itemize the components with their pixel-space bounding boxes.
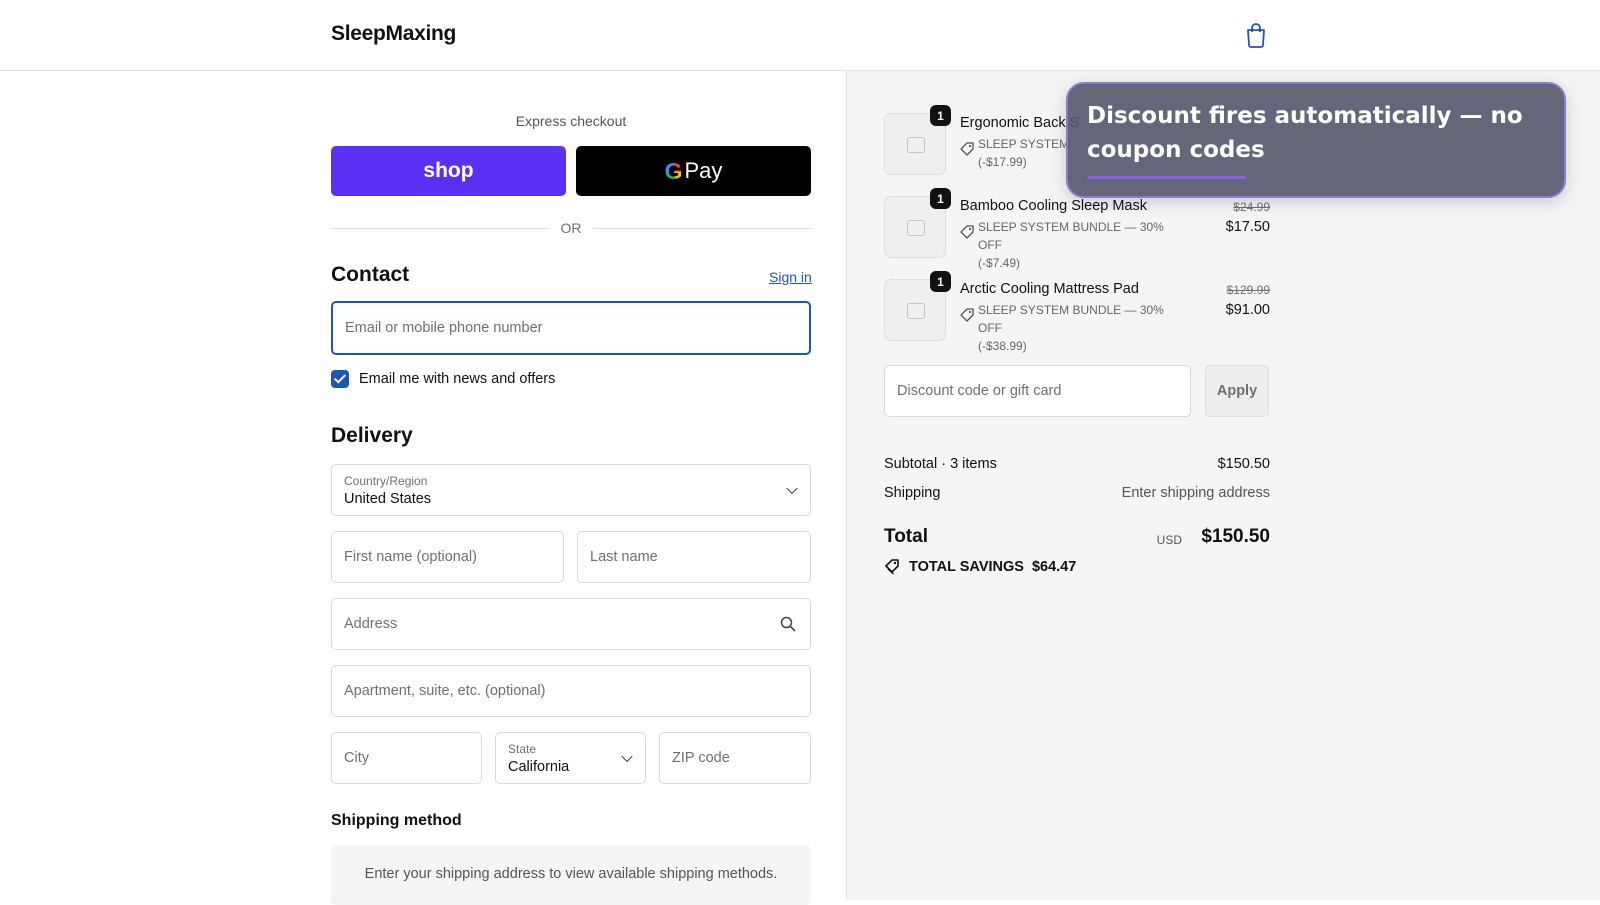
or-divider: OR [331,218,811,238]
total-savings: TOTAL SAVINGS $64.47 [884,558,1076,575]
final-price: $17.50 [1225,219,1270,235]
discount-code-placeholder: Discount code or gift card [897,383,1062,399]
original-price: $24.99 [1233,200,1270,214]
shipping-method-notice: Enter your shipping address to view avai… [331,845,811,905]
discount-code-input[interactable]: Discount code or gift card [884,365,1191,417]
search-icon [780,616,796,632]
quantity-badge: 1 [930,271,951,292]
subtotal-value: $150.50 [1217,456,1270,472]
overlay-progress-bar [1087,176,1246,179]
list-item: 1 Arctic Cooling Mattress Pad SLEEP SYST… [884,271,1270,353]
email-field[interactable]: Email or mobile phone number [331,301,811,355]
city-field[interactable]: City [331,732,482,784]
discount-name: SLEEP SYSTEM BUNDLE — 30% OFF [978,220,1164,252]
discount-amount: (-$7.49) [978,256,1021,270]
product-name: Arctic Cooling Mattress Pad [960,281,1139,297]
original-price: $129.99 [1226,283,1270,297]
total-label: Total [884,526,928,547]
shipping-method-message: Enter your shipping address to view avai… [364,866,778,882]
zip-placeholder: ZIP code [672,750,730,766]
discount-name: SLEEP SYSTEM BUNDLE — 30% OFF [978,303,1164,335]
address-placeholder: Address [344,616,398,632]
google-g-icon: G [664,157,683,184]
list-item: 1 Bamboo Cooling Sleep Mask SLEEP SYSTEM… [884,188,1270,270]
apartment-placeholder: Apartment, suite, etc. (optional) [344,683,546,699]
shop-pay-button[interactable]: shop [331,146,566,196]
first-name-field[interactable]: First name (optional) [331,531,564,583]
address-field[interactable]: Address [331,598,811,650]
shipping-label: Shipping [884,485,941,501]
apply-button[interactable]: Apply [1205,365,1269,417]
discount-text: SLEEP SYSTEM BUNDLE — 30% OFF (-$38.99) [978,301,1188,355]
shipping-method-heading: Shipping method [331,812,462,829]
last-name-field[interactable]: Last name [577,531,811,583]
product-name: Bamboo Cooling Sleep Mask [960,198,1147,214]
country-select[interactable]: Country/Region United States [331,464,811,516]
savings-value: $64.47 [1031,558,1077,575]
tag-icon [960,142,974,156]
state-value: California [508,759,570,775]
promo-overlay: Discount fires automatically — no coupon… [1066,82,1566,198]
country-value: United States [344,491,432,507]
top-bar: SleepMaxing [0,0,1600,71]
country-label: Country/Region [344,474,428,488]
total-value: $150.50 [1201,526,1270,547]
shipping-row: Shipping Enter shipping address [884,485,1270,501]
first-name-placeholder: First name (optional) [344,549,477,565]
sign-in-link[interactable]: Sign in [769,269,812,285]
shopping-bag-icon[interactable] [1245,22,1267,48]
image-placeholder-icon [907,220,925,236]
express-checkout-label: Express checkout [515,113,627,129]
quantity-badge: 1 [930,105,951,126]
image-placeholder-icon [907,137,925,153]
quantity-badge: 1 [930,188,951,209]
newsletter-checkbox[interactable] [331,370,349,388]
discount-amount: (-$38.99) [978,339,1027,353]
state-select[interactable]: State California [495,732,646,784]
final-price: $91.00 [1225,302,1270,318]
city-placeholder: City [344,750,369,766]
brand-logo[interactable]: SleepMaxing [331,22,456,46]
email-placeholder: Email or mobile phone number [345,320,543,336]
newsletter-label: Email me with news and offers [359,371,556,387]
subtotal-row: Subtotal · 3 items $150.50 [884,456,1270,472]
subtotal-label: Subtotal · 3 items [884,456,997,472]
google-pay-label: Pay [684,158,723,183]
overlay-text: Discount fires automatically — no coupon… [1087,103,1523,163]
last-name-placeholder: Last name [590,549,658,565]
google-pay-button[interactable]: G Pay [576,146,811,196]
discount-text: SLEEP SYSTEM BUNDLE — 30% OFF (-$7.49) [978,218,1188,272]
savings-label: TOTAL SAVINGS [909,558,1024,575]
tag-icon [960,225,974,239]
tag-icon [960,308,974,322]
or-text: OR [560,220,582,236]
shop-pay-label: shop [423,159,474,182]
chevron-down-icon [786,482,798,495]
currency-code: USD [1156,533,1182,547]
product-name: Ergonomic Back S [960,115,1080,131]
zip-field[interactable]: ZIP code [659,732,811,784]
tags-icon [885,559,899,575]
contact-heading: Contact [331,263,410,286]
chevron-down-icon [621,750,633,763]
apartment-field[interactable]: Apartment, suite, etc. (optional) [331,665,811,717]
state-label: State [508,742,537,756]
image-placeholder-icon [907,303,925,319]
shipping-value: Enter shipping address [1121,485,1270,501]
delivery-heading: Delivery [331,424,413,447]
